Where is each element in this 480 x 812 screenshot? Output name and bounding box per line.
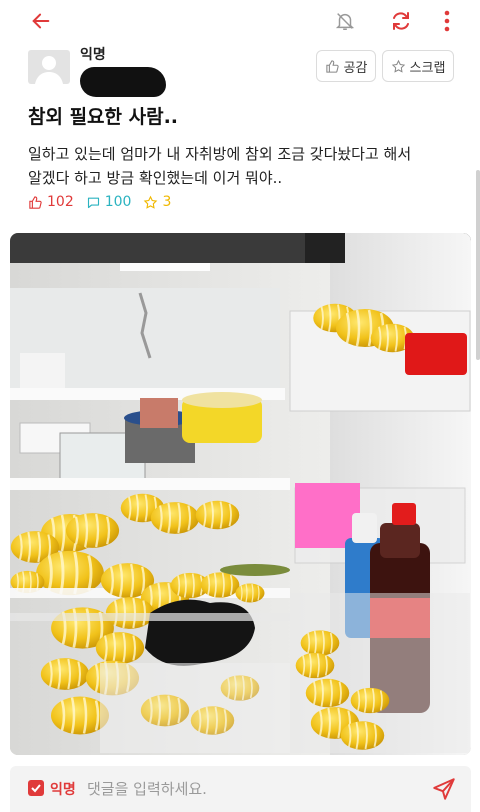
thumbs-up-icon — [325, 59, 340, 74]
scraps-stat: 3 — [143, 194, 171, 210]
redaction-scribble — [80, 67, 166, 97]
author-name: 익명 — [80, 47, 106, 63]
comment-bar: 익명 — [10, 766, 471, 812]
more-vert-icon[interactable] — [432, 6, 462, 36]
avatar — [28, 50, 70, 84]
post-stats: 102 100 3 — [28, 194, 171, 210]
back-arrow-icon[interactable] — [26, 6, 56, 36]
post-body-line: 일하고 있는데 엄마가 내 자취방에 참외 조금 갖다놨다고 해서 — [28, 145, 412, 163]
post-title: 참외 필요한 사람.. — [28, 106, 179, 128]
refresh-icon[interactable] — [386, 6, 416, 36]
top-bar — [0, 0, 480, 42]
comments-stat: 100 — [86, 194, 132, 210]
post-body: 일하고 있는데 엄마가 내 자취방에 참외 조금 갖다놨다고 해서 알겠다 하고… — [28, 142, 458, 190]
scrap-label: 스크랩 — [409, 60, 446, 76]
post-body-line: 알겠다 하고 방금 확인했는데 이거 뭐야.. — [28, 169, 283, 187]
post-photo[interactable] — [10, 233, 471, 755]
empathy-label: 공감 — [343, 60, 368, 76]
scraps-count: 3 — [162, 194, 172, 210]
star-outline-icon — [391, 59, 406, 74]
comment-input[interactable] — [85, 772, 409, 806]
likes-stat: 102 — [28, 194, 74, 210]
send-icon[interactable] — [431, 776, 457, 802]
anonymous-label[interactable]: 익명 — [50, 779, 76, 799]
comment-bubble-icon — [86, 195, 101, 210]
star-outline-icon — [143, 195, 158, 210]
empathy-button[interactable]: 공감 — [316, 50, 376, 82]
comments-count: 100 — [104, 194, 132, 210]
bell-off-icon[interactable] — [330, 6, 360, 36]
scroll-indicator — [476, 170, 480, 360]
anonymous-checkbox[interactable] — [28, 780, 44, 796]
scrap-button[interactable]: 스크랩 — [382, 50, 454, 82]
likes-count: 102 — [47, 194, 74, 210]
thumbs-up-icon — [28, 195, 43, 210]
